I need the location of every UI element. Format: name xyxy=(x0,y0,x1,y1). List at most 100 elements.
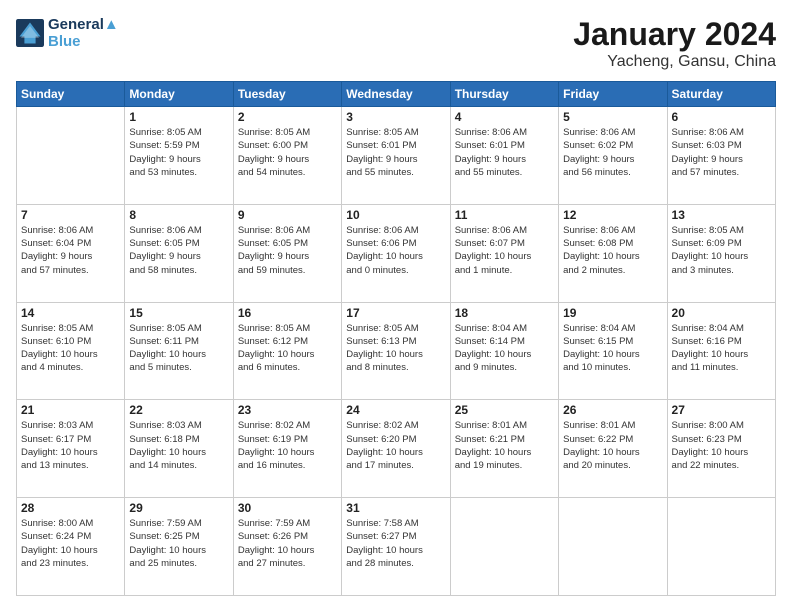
calendar-cell: 24 Sunrise: 8:02 AM Sunset: 6:20 PM Dayli… xyxy=(342,400,450,498)
day-number: 13 xyxy=(672,208,771,222)
day-info: Sunrise: 8:01 AM Sunset: 6:21 PM Dayligh… xyxy=(455,419,554,472)
day-number: 27 xyxy=(672,403,771,417)
day-number: 5 xyxy=(563,110,662,124)
calendar-cell: 20 Sunrise: 8:04 AM Sunset: 6:16 PM Dayli… xyxy=(667,302,775,400)
day-number: 9 xyxy=(238,208,337,222)
day-number: 28 xyxy=(21,501,120,515)
day-number: 18 xyxy=(455,306,554,320)
day-number: 29 xyxy=(129,501,228,515)
day-info: Sunrise: 8:05 AM Sunset: 6:00 PM Dayligh… xyxy=(238,126,337,179)
calendar-cell: 29Sunrise: 7:59 AM Sunset: 6:25 PM Dayli… xyxy=(125,498,233,596)
month-title: January 2024 xyxy=(573,16,776,53)
week-row-3: 14 Sunrise: 8:05 AM Sunset: 6:10 PM Dayli… xyxy=(17,302,776,400)
calendar-cell: 28 Sunrise: 8:00 AM Sunset: 6:24 PM Dayli… xyxy=(17,498,125,596)
day-info: Sunrise: 8:05 AM Sunset: 6:09 PM Dayligh… xyxy=(672,224,771,277)
calendar-cell: 13 Sunrise: 8:05 AM Sunset: 6:09 PM Dayli… xyxy=(667,204,775,302)
calendar-cell: 2 Sunrise: 8:05 AM Sunset: 6:00 PM Daylig… xyxy=(233,107,341,205)
day-number: 19 xyxy=(563,306,662,320)
day-info: Sunrise: 8:05 AM Sunset: 6:01 PM Dayligh… xyxy=(346,126,445,179)
calendar-cell: 3 Sunrise: 8:05 AM Sunset: 6:01 PM Daylig… xyxy=(342,107,450,205)
weekday-header-sunday: Sunday xyxy=(17,82,125,107)
day-number: 2 xyxy=(238,110,337,124)
day-number: 1 xyxy=(129,110,228,124)
calendar-cell: 10 Sunrise: 8:06 AM Sunset: 6:06 PM Dayli… xyxy=(342,204,450,302)
calendar-cell: 18 Sunrise: 8:04 AM Sunset: 6:14 PM Dayli… xyxy=(450,302,558,400)
logo: General▲ Blue xyxy=(16,16,119,50)
calendar-cell: 26Sunrise: 8:01 AM Sunset: 6:22 PM Dayli… xyxy=(559,400,667,498)
day-number: 10 xyxy=(346,208,445,222)
day-info: Sunrise: 8:06 AM Sunset: 6:04 PM Dayligh… xyxy=(21,224,120,277)
calendar-cell: 16Sunrise: 8:05 AM Sunset: 6:12 PM Dayli… xyxy=(233,302,341,400)
header: General▲ Blue January 2024 Yacheng, Gans… xyxy=(16,16,776,71)
title-block: January 2024 Yacheng, Gansu, China xyxy=(573,16,776,71)
day-info: Sunrise: 8:03 AM Sunset: 6:17 PM Dayligh… xyxy=(21,419,120,472)
day-info: Sunrise: 7:58 AM Sunset: 6:27 PM Dayligh… xyxy=(346,517,445,570)
day-info: Sunrise: 8:04 AM Sunset: 6:15 PM Dayligh… xyxy=(563,322,662,375)
weekday-header-saturday: Saturday xyxy=(667,82,775,107)
day-number: 4 xyxy=(455,110,554,124)
day-number: 21 xyxy=(21,403,120,417)
day-number: 23 xyxy=(238,403,337,417)
day-info: Sunrise: 8:06 AM Sunset: 6:01 PM Dayligh… xyxy=(455,126,554,179)
calendar-cell: 23 Sunrise: 8:02 AM Sunset: 6:19 PM Dayli… xyxy=(233,400,341,498)
day-info: Sunrise: 8:04 AM Sunset: 6:14 PM Dayligh… xyxy=(455,322,554,375)
calendar-cell: 12 Sunrise: 8:06 AM Sunset: 6:08 PM Dayli… xyxy=(559,204,667,302)
day-number: 15 xyxy=(129,306,228,320)
day-info: Sunrise: 8:05 AM Sunset: 6:13 PM Dayligh… xyxy=(346,322,445,375)
day-info: Sunrise: 7:59 AM Sunset: 6:26 PM Dayligh… xyxy=(238,517,337,570)
weekday-header-thursday: Thursday xyxy=(450,82,558,107)
day-number: 11 xyxy=(455,208,554,222)
calendar-cell: 8Sunrise: 8:06 AM Sunset: 6:05 PM Daylig… xyxy=(125,204,233,302)
day-info: Sunrise: 8:04 AM Sunset: 6:16 PM Dayligh… xyxy=(672,322,771,375)
calendar-cell: 15 Sunrise: 8:05 AM Sunset: 6:11 PM Dayli… xyxy=(125,302,233,400)
day-number: 17 xyxy=(346,306,445,320)
week-row-4: 21 Sunrise: 8:03 AM Sunset: 6:17 PM Dayli… xyxy=(17,400,776,498)
calendar-cell: 21 Sunrise: 8:03 AM Sunset: 6:17 PM Dayli… xyxy=(17,400,125,498)
day-number: 12 xyxy=(563,208,662,222)
day-info: Sunrise: 8:06 AM Sunset: 6:08 PM Dayligh… xyxy=(563,224,662,277)
day-number: 26 xyxy=(563,403,662,417)
day-info: Sunrise: 8:05 AM Sunset: 6:11 PM Dayligh… xyxy=(129,322,228,375)
weekday-header-row: SundayMondayTuesdayWednesdayThursdayFrid… xyxy=(17,82,776,107)
day-info: Sunrise: 8:06 AM Sunset: 6:07 PM Dayligh… xyxy=(455,224,554,277)
week-row-5: 28 Sunrise: 8:00 AM Sunset: 6:24 PM Dayli… xyxy=(17,498,776,596)
location: Yacheng, Gansu, China xyxy=(573,53,776,71)
calendar-cell: 7 Sunrise: 8:06 AM Sunset: 6:04 PM Daylig… xyxy=(17,204,125,302)
calendar-cell xyxy=(450,498,558,596)
day-number: 25 xyxy=(455,403,554,417)
day-number: 7 xyxy=(21,208,120,222)
day-number: 3 xyxy=(346,110,445,124)
day-number: 8 xyxy=(129,208,228,222)
weekday-header-wednesday: Wednesday xyxy=(342,82,450,107)
day-info: Sunrise: 8:06 AM Sunset: 6:03 PM Dayligh… xyxy=(672,126,771,179)
day-info: Sunrise: 8:06 AM Sunset: 6:06 PM Dayligh… xyxy=(346,224,445,277)
day-info: Sunrise: 8:05 AM Sunset: 6:10 PM Dayligh… xyxy=(21,322,120,375)
weekday-header-monday: Monday xyxy=(125,82,233,107)
day-info: Sunrise: 8:00 AM Sunset: 6:23 PM Dayligh… xyxy=(672,419,771,472)
calendar-cell: 31 Sunrise: 7:58 AM Sunset: 6:27 PM Dayli… xyxy=(342,498,450,596)
calendar-cell: 9 Sunrise: 8:06 AM Sunset: 6:05 PM Daylig… xyxy=(233,204,341,302)
day-number: 20 xyxy=(672,306,771,320)
day-info: Sunrise: 8:05 AM Sunset: 5:59 PM Dayligh… xyxy=(129,126,228,179)
weekday-header-tuesday: Tuesday xyxy=(233,82,341,107)
day-number: 31 xyxy=(346,501,445,515)
day-number: 24 xyxy=(346,403,445,417)
day-info: Sunrise: 8:06 AM Sunset: 6:05 PM Dayligh… xyxy=(238,224,337,277)
calendar-cell: 27 Sunrise: 8:00 AM Sunset: 6:23 PM Dayli… xyxy=(667,400,775,498)
day-info: Sunrise: 8:00 AM Sunset: 6:24 PM Dayligh… xyxy=(21,517,120,570)
day-info: Sunrise: 8:03 AM Sunset: 6:18 PM Dayligh… xyxy=(129,419,228,472)
day-info: Sunrise: 8:02 AM Sunset: 6:19 PM Dayligh… xyxy=(238,419,337,472)
week-row-2: 7 Sunrise: 8:06 AM Sunset: 6:04 PM Daylig… xyxy=(17,204,776,302)
day-number: 14 xyxy=(21,306,120,320)
day-number: 16 xyxy=(238,306,337,320)
day-number: 30 xyxy=(238,501,337,515)
weekday-header-friday: Friday xyxy=(559,82,667,107)
page: General▲ Blue January 2024 Yacheng, Gans… xyxy=(0,0,792,612)
calendar-cell: 19 Sunrise: 8:04 AM Sunset: 6:15 PM Dayli… xyxy=(559,302,667,400)
day-info: Sunrise: 8:02 AM Sunset: 6:20 PM Dayligh… xyxy=(346,419,445,472)
calendar-cell: 11 Sunrise: 8:06 AM Sunset: 6:07 PM Dayli… xyxy=(450,204,558,302)
calendar-cell: 30 Sunrise: 7:59 AM Sunset: 6:26 PM Dayli… xyxy=(233,498,341,596)
calendar-cell: 4 Sunrise: 8:06 AM Sunset: 6:01 PM Daylig… xyxy=(450,107,558,205)
calendar-cell: 5Sunrise: 8:06 AM Sunset: 6:02 PM Daylig… xyxy=(559,107,667,205)
calendar-cell: 17 Sunrise: 8:05 AM Sunset: 6:13 PM Dayli… xyxy=(342,302,450,400)
